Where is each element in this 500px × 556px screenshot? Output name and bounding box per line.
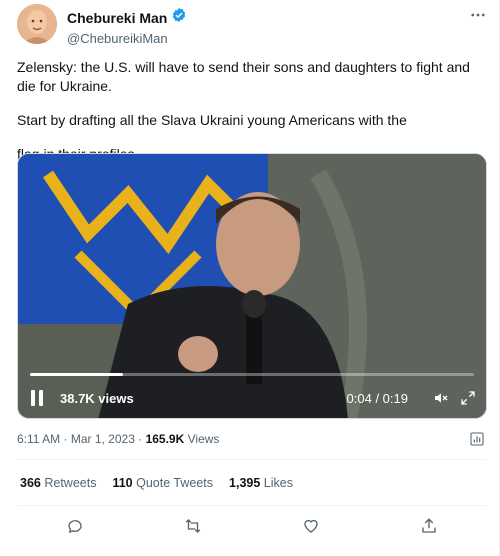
video-time: 0:04 / 0:19 [346, 390, 408, 406]
likes-count: 1,395 [229, 476, 261, 490]
handle[interactable]: @ChebureikiMan [67, 31, 187, 46]
verified-badge-icon [171, 7, 187, 28]
video-player[interactable]: 38.7K views 0:04 / 0:19 [17, 153, 487, 419]
retweet-icon[interactable] [184, 517, 202, 535]
author-block: Chebureki Man @ChebureikiMan [67, 7, 187, 46]
likes-stat[interactable]: 1,395 Likes [229, 476, 293, 490]
more-icon[interactable] [469, 6, 487, 29]
tweet-stats: 366 Retweets 110 Quote Tweets 1,395 Like… [20, 476, 293, 490]
quotes-stat[interactable]: 110 Quote Tweets [112, 476, 213, 490]
divider [17, 505, 486, 506]
retweets-label: Retweets [44, 476, 97, 490]
like-icon[interactable] [302, 517, 320, 535]
likes-label: Likes [263, 476, 293, 490]
share-icon[interactable] [420, 517, 438, 535]
tweet-actions [66, 517, 438, 535]
tweet-paragraph: Zelensky: the U.S. will have to send the… [17, 59, 470, 94]
retweets-count: 366 [20, 476, 41, 490]
views-count: 165.9K [145, 432, 185, 446]
video-controls: 38.7K views 0:04 / 0:19 [18, 378, 486, 418]
pause-icon[interactable] [28, 390, 50, 406]
tweet: Chebureki Man @ChebureikiMan Zelensky: t… [0, 0, 500, 556]
display-name[interactable]: Chebureki Man [67, 10, 167, 26]
ukraine-flag-icon [411, 115, 427, 126]
avatar[interactable] [17, 4, 57, 44]
tweet-paragraph: Start by drafting all the Slava Ukraini … [17, 111, 489, 130]
divider [17, 459, 486, 460]
tweet-time[interactable]: 6:11 AM [17, 432, 60, 446]
video-progress-fill [30, 373, 124, 376]
tweet-text-segment: Start by drafting all the Slava Ukraini … [17, 112, 407, 128]
fullscreen-icon[interactable] [460, 390, 476, 406]
video-views: 38.7K views [60, 390, 134, 406]
volume-icon[interactable] [432, 390, 450, 406]
video-progress-bar[interactable] [30, 373, 474, 376]
analytics-icon[interactable] [469, 431, 485, 452]
quotes-count: 110 [112, 476, 133, 490]
retweets-stat[interactable]: 366 Retweets [20, 476, 96, 490]
quotes-label: Quote Tweets [136, 476, 214, 490]
tweet-date[interactable]: Mar 1, 2023 [71, 432, 135, 446]
reply-icon[interactable] [66, 517, 84, 535]
views-label: Views [187, 432, 220, 446]
tweet-meta: 6:11 AM · Mar 1, 2023 · 165.9K Views [17, 432, 220, 446]
